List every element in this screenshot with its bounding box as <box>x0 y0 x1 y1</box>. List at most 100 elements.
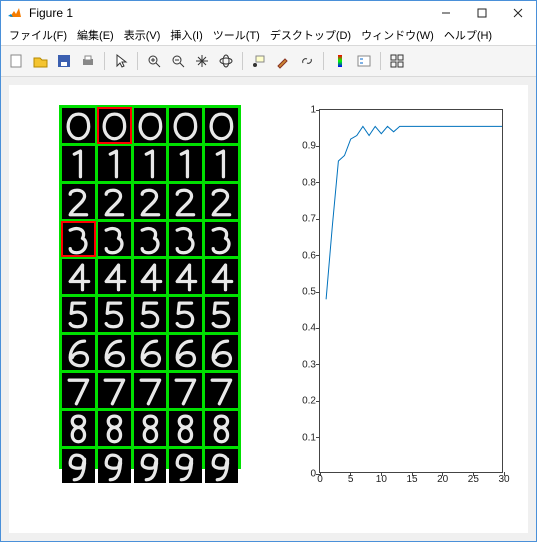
digit-cell <box>169 184 202 219</box>
menu-tools[interactable]: ツール(T) <box>209 25 264 45</box>
colorbar-button[interactable] <box>329 50 351 72</box>
link-button[interactable] <box>296 50 318 72</box>
window-controls <box>428 1 536 25</box>
digit-cell <box>98 335 131 370</box>
menu-view[interactable]: 表示(V) <box>120 25 165 45</box>
digit-cell <box>169 373 202 408</box>
digit-cell <box>62 184 95 219</box>
digit-cell <box>62 373 95 408</box>
menu-edit[interactable]: 編集(E) <box>73 25 118 45</box>
menu-help[interactable]: ヘルプ(H) <box>440 25 496 45</box>
ytick-label: 0.8 <box>302 177 320 188</box>
digit-cell <box>62 411 95 446</box>
digit-cell <box>62 146 95 181</box>
digit-cell <box>169 222 202 257</box>
digit-cell <box>98 411 131 446</box>
xtick-label: 0 <box>317 472 323 485</box>
pointer-button[interactable] <box>110 50 132 72</box>
digit-cell <box>62 108 95 143</box>
digit-cell <box>98 297 131 332</box>
datatip-button[interactable] <box>248 50 270 72</box>
zoom-out-button[interactable] <box>167 50 189 72</box>
toolbar-separator <box>323 52 324 70</box>
digit-image-grid <box>59 105 241 469</box>
toolbar <box>1 45 536 77</box>
digit-cell <box>169 335 202 370</box>
close-button[interactable] <box>500 1 536 25</box>
figure-canvas: 00.10.20.30.40.50.60.70.80.9105101520253… <box>1 77 536 541</box>
save-button[interactable] <box>53 50 75 72</box>
toolbar-separator <box>137 52 138 70</box>
toolbar-separator <box>242 52 243 70</box>
new-button[interactable] <box>5 50 27 72</box>
digit-cell <box>62 222 95 257</box>
matlab-icon <box>7 5 23 21</box>
digit-cell <box>62 297 95 332</box>
digit-cell <box>134 108 167 143</box>
digit-cell <box>205 335 238 370</box>
digit-cell <box>134 373 167 408</box>
digit-cell <box>169 411 202 446</box>
pan-button[interactable] <box>191 50 213 72</box>
layout-button[interactable] <box>386 50 408 72</box>
digit-cell <box>134 184 167 219</box>
zoom-in-button[interactable] <box>143 50 165 72</box>
digit-cell <box>134 297 167 332</box>
digit-cell <box>98 146 131 181</box>
rotate3d-button[interactable] <box>215 50 237 72</box>
digit-cell <box>98 259 131 294</box>
ytick-label: 0.4 <box>302 323 320 334</box>
xtick-label: 10 <box>376 472 387 485</box>
digit-cell <box>205 411 238 446</box>
menu-insert[interactable]: 挿入(I) <box>166 25 206 45</box>
ytick-label: 0.3 <box>302 359 320 370</box>
digit-cell <box>169 108 202 143</box>
plot-axes[interactable]: 00.10.20.30.40.50.60.70.80.9105101520253… <box>319 109 503 473</box>
legend-button[interactable] <box>353 50 375 72</box>
digit-cell <box>98 184 131 219</box>
xtick-label: 30 <box>498 472 509 485</box>
digit-cell <box>62 335 95 370</box>
ytick-label: 0.6 <box>302 250 320 261</box>
maximize-button[interactable] <box>464 1 500 25</box>
digit-cell <box>98 449 131 484</box>
digit-cell <box>205 108 238 143</box>
menu-window[interactable]: ウィンドウ(W) <box>357 25 438 45</box>
digit-cell <box>98 222 131 257</box>
digit-cell <box>169 449 202 484</box>
toolbar-separator <box>380 52 381 70</box>
xtick-label: 20 <box>437 472 448 485</box>
digit-cell <box>98 108 131 143</box>
digit-cell <box>169 146 202 181</box>
digit-cell <box>98 373 131 408</box>
accuracy-plot: 00.10.20.30.40.50.60.70.80.9105101520253… <box>291 105 509 495</box>
digit-cell <box>134 259 167 294</box>
digit-cell <box>134 222 167 257</box>
title-bar[interactable]: Figure 1 <box>1 1 536 25</box>
digit-cell <box>205 449 238 484</box>
minimize-button[interactable] <box>428 1 464 25</box>
digit-cell <box>62 259 95 294</box>
menu-bar: ファイル(F) 編集(E) 表示(V) 挿入(I) ツール(T) デスクトップ(… <box>1 25 536 45</box>
digit-cell <box>205 222 238 257</box>
ytick-label: 0.1 <box>302 432 320 443</box>
open-button[interactable] <box>29 50 51 72</box>
menu-file[interactable]: ファイル(F) <box>5 25 71 45</box>
digit-cell <box>134 411 167 446</box>
ytick-label: 1 <box>310 105 320 116</box>
digit-cell <box>169 297 202 332</box>
print-button[interactable] <box>77 50 99 72</box>
menu-desktop[interactable]: デスクトップ(D) <box>266 25 355 45</box>
window-title: Figure 1 <box>29 6 428 20</box>
digit-cell <box>134 335 167 370</box>
digit-cell <box>205 259 238 294</box>
plot-line <box>320 110 502 472</box>
figure-window: Figure 1 ファイル(F) 編集(E) 表示(V) 挿入(I) ツール(T… <box>0 0 537 542</box>
digit-cell <box>205 297 238 332</box>
toolbar-separator <box>104 52 105 70</box>
ytick-label: 0.2 <box>302 396 320 407</box>
ytick-label: 0.9 <box>302 141 320 152</box>
brush-button[interactable] <box>272 50 294 72</box>
xtick-label: 25 <box>468 472 479 485</box>
digit-cell <box>134 449 167 484</box>
